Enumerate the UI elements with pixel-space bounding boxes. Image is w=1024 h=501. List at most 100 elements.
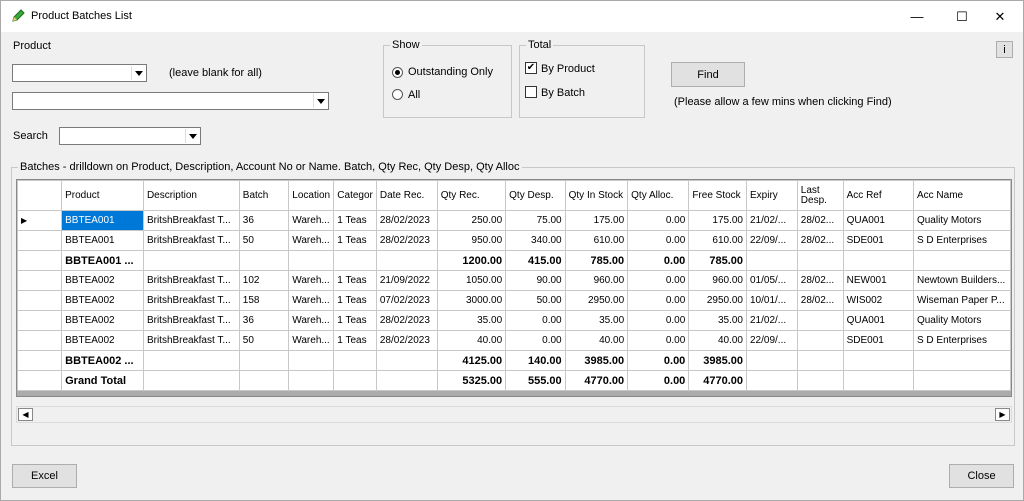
table-cell[interactable]: 21/02/... — [746, 210, 798, 231]
table-cell[interactable] — [238, 370, 290, 391]
table-cell[interactable]: 960.00 — [564, 270, 629, 291]
all-radio[interactable] — [392, 89, 403, 100]
column-header[interactable]: Description — [142, 180, 240, 211]
table-cell[interactable]: 3985.00 — [688, 350, 747, 371]
table-cell[interactable]: 610.00 — [688, 230, 747, 251]
table-cell[interactable]: 90.00 — [505, 270, 566, 291]
close-button[interactable]: Close — [949, 464, 1014, 488]
search-combo[interactable] — [59, 127, 201, 145]
table-cell[interactable]: 1200.00 — [436, 250, 507, 271]
table-cell[interactable] — [796, 250, 844, 271]
table-cell[interactable]: 0.00 — [627, 250, 690, 271]
table-cell[interactable]: 28/02... — [796, 270, 844, 291]
column-header[interactable]: Qty Alloc. — [627, 180, 690, 211]
table-cell[interactable]: Wiseman Paper P... — [912, 290, 1011, 311]
table-cell[interactable]: 140.00 — [505, 350, 566, 371]
table-cell[interactable]: 555.00 — [505, 370, 566, 391]
table-cell[interactable]: 28/02/2023 — [375, 310, 438, 331]
row-selector[interactable] — [17, 310, 63, 331]
table-cell[interactable]: 1 Teas — [333, 230, 377, 251]
table-cell[interactable]: S D Enterprises — [912, 330, 1011, 351]
table-cell[interactable]: BritshBreakfast T... — [142, 290, 240, 311]
table-cell[interactable]: 35.00 — [688, 310, 747, 331]
column-header[interactable]: Qty Rec. — [436, 180, 507, 211]
table-cell[interactable]: 36 — [238, 310, 290, 331]
table-cell[interactable] — [288, 370, 335, 391]
table-cell[interactable]: 2950.00 — [564, 290, 629, 311]
table-cell[interactable]: 28/02/2023 — [375, 330, 438, 351]
table-cell[interactable]: BritshBreakfast T... — [142, 210, 240, 231]
table-cell[interactable]: 102 — [238, 270, 290, 291]
by-batch-checkbox[interactable] — [525, 86, 537, 98]
table-cell[interactable]: 0.00 — [627, 310, 690, 331]
table-cell[interactable]: 4125.00 — [436, 350, 507, 371]
title-bar[interactable]: Product Batches List — ☐ ✕ — [1, 1, 1023, 32]
table-cell[interactable]: 21/02/... — [746, 310, 798, 331]
table-cell[interactable] — [375, 370, 438, 391]
table-cell[interactable] — [333, 350, 377, 371]
table-cell[interactable]: 785.00 — [564, 250, 629, 271]
table-cell[interactable] — [142, 350, 240, 371]
table-cell[interactable]: 415.00 — [505, 250, 566, 271]
table-cell[interactable]: 40.00 — [688, 330, 747, 351]
table-cell[interactable]: 158 — [238, 290, 290, 311]
horizontal-scrollbar[interactable]: ◀ ▶ — [16, 406, 1012, 423]
column-header[interactable]: Date Rec. — [375, 180, 438, 211]
scroll-left-icon[interactable]: ◀ — [18, 408, 33, 421]
table-cell[interactable] — [912, 250, 1011, 271]
row-selector[interactable] — [17, 370, 63, 391]
total-row[interactable]: BBTEA002 ... 4125.00 140.00 3985.00 0.00 3985… — [17, 350, 1011, 371]
table-cell[interactable]: S D Enterprises — [912, 230, 1011, 251]
table-cell[interactable]: 22/09/... — [746, 330, 798, 351]
table-cell[interactable]: Wareh... — [288, 310, 335, 331]
table-cell[interactable]: 35.00 — [436, 310, 507, 331]
table-cell[interactable]: 3985.00 — [564, 350, 629, 371]
table-row[interactable]: BBTEA002 BritshBreakfast T... 158 Wareh... 1… — [17, 290, 1011, 311]
table-cell[interactable]: 1 Teas — [333, 270, 377, 291]
table-cell[interactable]: 28/02... — [796, 210, 844, 231]
table-cell[interactable] — [746, 250, 798, 271]
column-header[interactable]: Free Stock — [688, 180, 747, 211]
table-cell[interactable]: Quality Motors — [912, 310, 1011, 331]
table-cell[interactable] — [796, 370, 844, 391]
table-cell[interactable]: BBTEA002 ... — [61, 350, 144, 371]
table-row[interactable]: BBTEA002 BritshBreakfast T... 36 Wareh... 1 … — [17, 310, 1011, 331]
table-cell[interactable] — [842, 250, 914, 271]
table-cell[interactable] — [796, 330, 844, 351]
table-cell[interactable]: 22/09/... — [746, 230, 798, 251]
table-cell[interactable]: 0.00 — [627, 350, 690, 371]
row-selector[interactable]: ▶ — [17, 210, 63, 231]
table-cell[interactable]: Quality Motors — [912, 210, 1011, 231]
table-cell[interactable] — [842, 350, 914, 371]
table-cell[interactable]: Wareh... — [288, 290, 335, 311]
find-button[interactable]: Find — [671, 62, 745, 87]
table-cell[interactable]: 960.00 — [688, 270, 747, 291]
table-cell[interactable]: BBTEA001 — [61, 210, 144, 231]
row-selector[interactable] — [17, 230, 63, 251]
table-cell[interactable]: 3000.00 — [436, 290, 507, 311]
table-cell[interactable]: 36 — [238, 210, 290, 231]
row-selector[interactable] — [17, 330, 63, 351]
table-cell[interactable] — [746, 350, 798, 371]
table-cell[interactable]: 28/02/2023 — [375, 210, 438, 231]
table-cell[interactable]: 175.00 — [564, 210, 629, 231]
table-cell[interactable]: 0.00 — [627, 210, 690, 231]
table-cell[interactable]: 1 Teas — [333, 290, 377, 311]
table-cell[interactable]: 0.00 — [505, 330, 566, 351]
table-cell[interactable]: 0.00 — [627, 270, 690, 291]
table-cell[interactable]: 28/02/2023 — [375, 230, 438, 251]
table-cell[interactable] — [142, 370, 240, 391]
table-cell[interactable]: SDE001 — [842, 230, 914, 251]
outstanding-only-radio[interactable] — [392, 67, 403, 78]
table-cell[interactable]: Newtown Builders... — [912, 270, 1011, 291]
table-cell[interactable]: 0.00 — [627, 290, 690, 311]
table-cell[interactable] — [912, 370, 1011, 391]
table-cell[interactable]: 1050.00 — [436, 270, 507, 291]
table-cell[interactable]: 340.00 — [505, 230, 566, 251]
table-cell[interactable]: BBTEA001 — [61, 230, 144, 251]
table-cell[interactable]: Wareh... — [288, 230, 335, 251]
minimize-button[interactable]: — — [894, 1, 940, 32]
table-cell[interactable] — [375, 250, 438, 271]
table-cell[interactable]: BritshBreakfast T... — [142, 270, 240, 291]
table-cell[interactable]: 4770.00 — [564, 370, 629, 391]
